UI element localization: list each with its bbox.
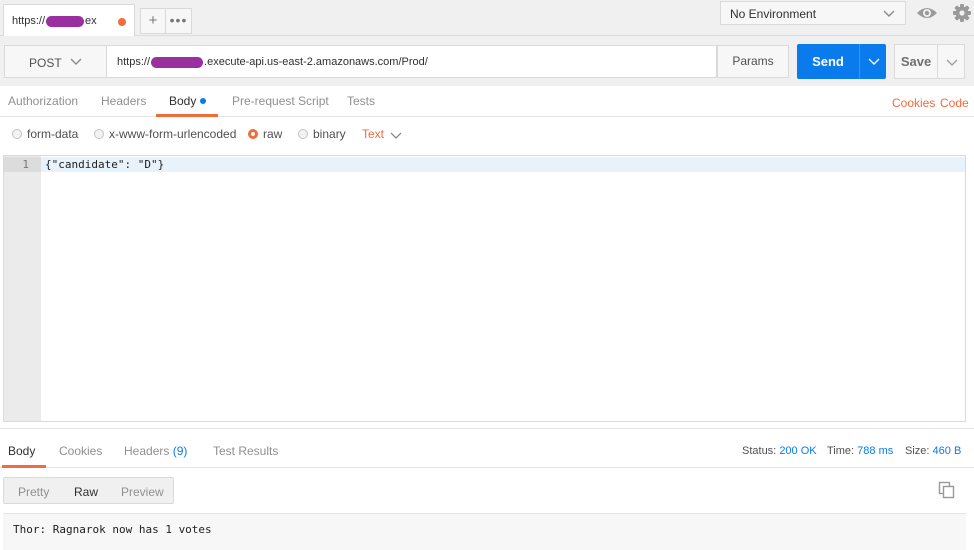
url-input[interactable]: https://.execute-api.us-east-2.amazonaws… <box>106 45 717 78</box>
chevron-down-icon <box>390 132 402 139</box>
response-tab-test-results[interactable]: Test Results <box>213 444 278 458</box>
response-text: Thor: Ragnarok now has 1 votes <box>13 523 212 536</box>
radio-raw[interactable]: raw <box>248 127 282 143</box>
request-tabs: Authorization Headers Body Pre-request S… <box>0 86 974 117</box>
view-preview[interactable]: Preview <box>121 485 164 499</box>
radio-button <box>94 128 104 139</box>
response-tab-headers[interactable]: Headers (9) <box>124 444 187 458</box>
method-label: POST <box>29 56 62 70</box>
chevron-down-icon <box>946 59 958 66</box>
response-view-toggle: Pretty Raw Preview <box>3 477 174 504</box>
pane-divider[interactable] <box>0 428 974 429</box>
redacted-mark <box>46 15 85 27</box>
tab-headers[interactable]: Headers <box>101 94 146 108</box>
radio-binary[interactable]: binary <box>298 127 346 143</box>
radio-button <box>298 128 308 139</box>
radio-label: form-data <box>27 127 79 141</box>
manage-environments-button[interactable] <box>947 1 974 25</box>
radio-button <box>12 128 22 139</box>
tab-authorization[interactable]: Authorization <box>8 94 78 108</box>
chevron-down-icon <box>70 58 82 65</box>
tab-body-label: Body <box>169 94 197 108</box>
active-response-tab-indicator <box>2 465 46 468</box>
tab-pre-request-script[interactable]: Pre-request Script <box>232 94 329 108</box>
response-status: Status: 200 OK <box>742 445 817 457</box>
radio-button-checked <box>248 128 258 139</box>
url-bar: POST https://.execute-api.us-east-2.amaz… <box>0 36 974 86</box>
tab-strip: https://ex + ••• No Environment <box>0 0 974 36</box>
editor-code[interactable]: {"candidate": "D"} <box>45 157 164 172</box>
body-type-row: form-data x-www-form-urlencoded raw bina… <box>0 118 974 150</box>
view-raw[interactable]: Raw <box>74 485 98 499</box>
response-time: Time: 788 ms <box>827 445 894 457</box>
active-tab-indicator <box>156 114 218 117</box>
gear-icon <box>953 4 971 22</box>
radio-label: x-www-form-urlencoded <box>109 127 237 141</box>
more-icon: ••• <box>169 12 188 28</box>
new-tab-button[interactable]: + <box>140 8 166 34</box>
environment-select[interactable]: No Environment <box>720 1 906 25</box>
active-line-highlight <box>41 157 965 172</box>
save-options-button[interactable] <box>937 44 965 79</box>
response-body: Thor: Ragnarok now has 1 votes <box>3 513 966 550</box>
environment-quick-look-button[interactable] <box>912 1 942 25</box>
copy-response-button[interactable] <box>937 480 957 500</box>
request-tab-label: https://ex <box>12 15 97 27</box>
send-options-button[interactable] <box>859 44 886 79</box>
headers-count: (9) <box>172 444 188 458</box>
tab-body[interactable]: Body <box>169 94 207 108</box>
tab-tests[interactable]: Tests <box>347 94 375 108</box>
response-size: Size: 460 B <box>905 445 962 457</box>
body-editor[interactable]: 1 {"candidate": "D"} <box>3 155 966 422</box>
redacted-mark <box>151 56 204 68</box>
method-select[interactable]: POST <box>4 45 106 78</box>
editor-gutter <box>4 156 41 421</box>
environment-label: No Environment <box>730 7 817 21</box>
params-button[interactable]: Params <box>717 45 789 78</box>
more-tabs-button[interactable]: ••• <box>166 8 192 34</box>
code-link[interactable]: Code <box>940 96 969 110</box>
radio-label: raw <box>263 127 283 141</box>
unsaved-dot <box>118 18 126 26</box>
save-button[interactable]: Save <box>894 44 938 79</box>
eye-icon <box>917 8 937 18</box>
response-tab-body[interactable]: Body <box>8 444 35 458</box>
chevron-down-icon <box>868 58 880 65</box>
response-tabs: Body Cookies Headers (9) Test Results St… <box>0 436 974 468</box>
url-text: https://.execute-api.us-east-2.amazonaws… <box>117 56 428 68</box>
line-number: 1 <box>4 157 41 172</box>
body-indicator-dot <box>200 97 207 104</box>
send-button[interactable]: Send <box>797 44 859 79</box>
radio-x-www-form-urlencoded[interactable]: x-www-form-urlencoded <box>94 127 236 143</box>
radio-form-data[interactable]: form-data <box>12 127 78 143</box>
copy-icon <box>938 481 955 499</box>
raw-format-label: Text <box>362 127 385 141</box>
radio-label: binary <box>313 127 346 141</box>
chevron-down-icon <box>883 10 895 17</box>
cookies-link[interactable]: Cookies <box>892 96 935 110</box>
view-pretty[interactable]: Pretty <box>18 485 49 499</box>
response-tab-headers-label: Headers <box>124 444 170 458</box>
response-tab-cookies[interactable]: Cookies <box>59 444 102 458</box>
plus-icon: + <box>148 12 158 29</box>
request-tab[interactable]: https://ex <box>3 4 135 36</box>
raw-format-select[interactable]: Text <box>362 127 402 141</box>
